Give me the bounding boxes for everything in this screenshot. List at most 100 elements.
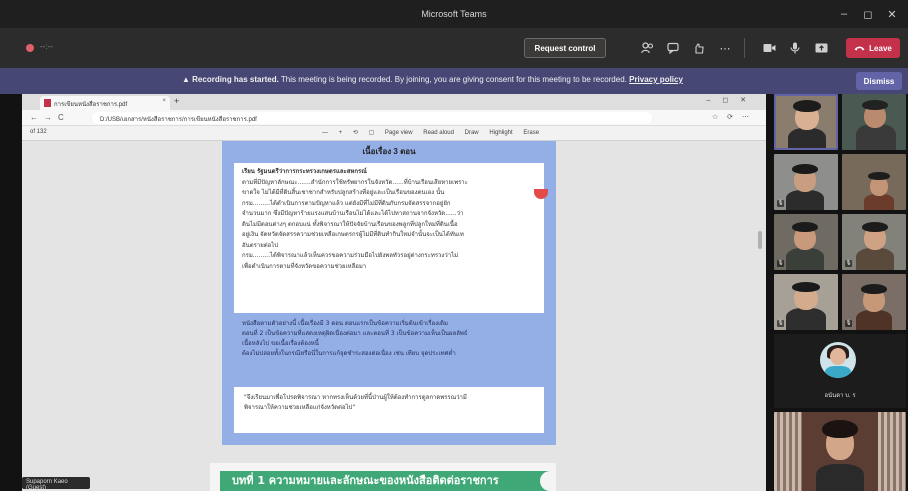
erase-tool[interactable]: Erase — [523, 130, 539, 136]
explanation-line: ต้องไม่ปล่อยทั้งในกรณีหรือนี่ในการแก้จุด… — [242, 350, 456, 357]
browser-action-icons[interactable]: ☆⟳⋯ — [712, 113, 758, 121]
participant-video[interactable]: 🎙 — [774, 154, 838, 210]
minimize-icon[interactable]: – — [832, 8, 856, 20]
muted-mic-icon: 🎙 — [845, 320, 852, 327]
next-page-preview: บทที่ 1 ความหมายและลักษณะของหนังสือติดต่… — [210, 463, 556, 491]
participant-video[interactable]: 🎙 — [774, 214, 838, 270]
recording-message-text: This meeting is being recorded. By joini… — [278, 75, 627, 84]
microphone-icon[interactable] — [786, 39, 804, 57]
page-view-tool[interactable]: Page view — [385, 130, 413, 136]
address-url: D:/USB/เอกสาร/หนังสือราชการ/การเขียนหนัง… — [100, 117, 257, 123]
share-screen-icon[interactable] — [812, 39, 830, 57]
background-curtain — [774, 412, 802, 491]
recording-banner: ▲ Recording has started. This meeting is… — [0, 68, 908, 94]
pinned-icon: ร — [852, 393, 856, 399]
participants-icon[interactable] — [638, 39, 656, 57]
participant-video[interactable] — [774, 412, 906, 491]
participant-avatar-tile[interactable]: อนันดา บ. ร — [774, 334, 906, 408]
dismiss-button[interactable]: Dismiss — [856, 72, 902, 90]
muted-mic-icon: 🎙 — [777, 260, 784, 267]
privacy-policy-link[interactable]: Privacy policy — [629, 75, 683, 84]
chat-icon[interactable] — [664, 39, 682, 57]
pdf-toolbar: of 132 — + ⟲ ▢ Page view Read aloud Draw… — [22, 126, 766, 141]
page-heading: เนื้อเรื่อง 3 ตอน — [362, 147, 416, 156]
explanation-line: ตอนที่ 2 เป็นข้อความที่แสดงเหตุผิดเนื่อง… — [242, 330, 468, 337]
draw-tool[interactable]: Draw — [465, 130, 479, 136]
page-indicator: of 132 — [30, 129, 47, 135]
explanation-text: หนังสือตามตัวอย่างนี้ เนื้อเรื่องมี 3 ตอ… — [242, 319, 542, 359]
letter-line: จำนวนมาก ซึ่งมีปัญหาร้ายแรงแสนบ้านเรือนไ… — [242, 210, 464, 217]
meeting-timer: --:-- — [40, 42, 53, 51]
camera-icon[interactable] — [760, 39, 778, 57]
muted-mic-icon: 🎙 — [777, 320, 784, 327]
pdf-tools: — + ⟲ ▢ Page view Read aloud Draw Highli… — [322, 129, 548, 136]
letter-line: กรม.........ได้ดำเนินการตามปัญหาแล้ว แต่… — [242, 199, 451, 207]
read-aloud-tool[interactable]: Read aloud — [423, 130, 454, 136]
window-controls: – ◻ ✕ — [832, 0, 904, 28]
letter-line: ตามที่มีปัญหาลักษณะ.......สำนักการใช้ทรั… — [242, 178, 468, 186]
presenter-name: Supaporn Kaeo (Guest) — [22, 477, 90, 491]
window-title: Microsoft Teams — [421, 9, 487, 19]
pdf-viewport[interactable]: เนื้อเรื่อง 3 ตอน เรียน รัฐมนตรีว่าการกร… — [22, 141, 766, 491]
closing-line: "จึงเรียนมาเพื่อโปรดพิจารณา หากทรงเห็นด้… — [244, 394, 467, 401]
browser-tab[interactable]: การเขียนหนังสือราชการ.pdf × — [40, 96, 170, 110]
recording-message: ▲ Recording has started. This meeting is… — [182, 75, 683, 84]
participant-name-text: อนันดา บ. — [824, 393, 851, 399]
letter-salutation: เรียน รัฐมนตรีว่าการกระทรวงเกษตรและสหกรณ… — [242, 168, 367, 175]
participant-video[interactable] — [774, 94, 838, 150]
toolbar-divider — [744, 38, 745, 58]
zoom-in-icon[interactable]: + — [339, 130, 343, 136]
letter-line: อยู่เงิน จัดหวัดจัดสรรความช่วยเหลือเกษตร… — [242, 231, 464, 238]
highlight-tool[interactable]: Highlight — [489, 130, 512, 136]
zoom-out-icon[interactable]: — — [322, 130, 328, 136]
participant-video[interactable]: 🎙 — [842, 214, 906, 270]
participant-gallery: 🎙 🎙 🎙 🎙 🎙 อนันดา บ. ร — [774, 94, 908, 491]
browser-tab-title: การเขียนหนังสือราชการ.pdf — [54, 102, 128, 108]
participant-video[interactable]: 🎙 — [774, 274, 838, 330]
rotate-icon[interactable]: ⟲ — [353, 130, 358, 136]
more-actions-icon[interactable]: ⋯ — [716, 39, 734, 57]
warning-icon: ▲ — [182, 75, 193, 84]
close-icon[interactable]: ✕ — [880, 8, 904, 21]
letter-line: เพื่อดำเนินการตามที่จังหวัดขอความช่วยเหล… — [242, 262, 367, 270]
recording-indicator-icon — [26, 44, 34, 52]
browser-window-controls[interactable]: –◻✕ — [706, 96, 758, 104]
avatar — [820, 342, 856, 378]
pdf-page: เนื้อเรื่อง 3 ตอน เรียน รัฐมนตรีว่าการกร… — [222, 141, 556, 445]
browser-tabstrip: การเขียนหนังสือราชการ.pdf × + –◻✕ — [22, 94, 766, 110]
letter-line: กรม.........ได้พิจารณาแล้วเห็นควรขอความร… — [242, 252, 459, 259]
browser-addressbar: ←→C D:/USB/เอกสาร/หนังสือราชการ/การเขียน… — [22, 110, 766, 126]
pdf-scrollbar[interactable] — [758, 231, 762, 249]
new-tab-icon[interactable]: + — [174, 96, 179, 106]
explanation-line: หนังสือตามตัวอย่างนี้ เนื้อเรื่องมี 3 ตอ… — [242, 320, 448, 327]
muted-mic-icon: 🎙 — [845, 260, 852, 267]
address-input[interactable]: D:/USB/เอกสาร/หนังสือราชการ/การเขียนหนัง… — [92, 112, 652, 124]
request-control-button[interactable]: Request control — [524, 38, 606, 58]
browser-nav-icons[interactable]: ←→C — [30, 113, 70, 122]
shared-screen: การเขียนหนังสือราชการ.pdf × + –◻✕ ←→C D:… — [22, 94, 766, 491]
tab-close-icon[interactable]: × — [162, 98, 166, 104]
recording-message-bold: Recording has started. — [192, 75, 279, 84]
leave-label: Leave — [869, 43, 892, 53]
letter-line: ขาดใจ ไม่ได้มีที่ดินสิ้นเชาชากสำหรับปลูก… — [242, 189, 445, 196]
muted-mic-icon: 🎙 — [777, 200, 784, 207]
fit-page-icon[interactable]: ▢ — [369, 130, 375, 136]
letter-example-box: เรียน รัฐมนตรีว่าการกระทรวงเกษตรและสหกรณ… — [234, 163, 544, 313]
chapter-title: บทที่ 1 ความหมายและลักษณะของหนังสือติดต่… — [220, 471, 550, 491]
background-curtain — [878, 412, 906, 491]
closing-line: พิจารณาให้ความช่วยเหลือแก่จังหวัดต่อไป" — [244, 404, 356, 411]
explanation-line: เนื้อหลังไป ขอเนื้อเรื่องต้องหนี้ — [242, 340, 319, 347]
participant-video[interactable] — [842, 154, 906, 210]
letter-line: อันตรายต่อไป — [242, 241, 279, 249]
meeting-toolbar: --:-- Request control ⋯ Leave — [0, 28, 908, 68]
reactions-icon[interactable] — [690, 39, 708, 57]
letter-line: ดินไม่มีตอนต่างๆ ตกอบแน่ ทั้งพิจารณาให้ป… — [242, 220, 458, 228]
closing-example-box: "จึงเรียนมาเพื่อโปรดพิจารณา หากทรงเห็นด้… — [234, 387, 544, 433]
participant-video[interactable] — [842, 94, 906, 150]
participant-name: อนันดา บ. ร — [774, 390, 906, 400]
window-titlebar: Microsoft Teams – ◻ ✕ — [0, 0, 908, 28]
maximize-icon[interactable]: ◻ — [856, 8, 880, 21]
participant-video[interactable]: 🎙 — [842, 274, 906, 330]
phone-hangup-icon — [854, 46, 865, 51]
leave-button[interactable]: Leave — [846, 38, 900, 58]
